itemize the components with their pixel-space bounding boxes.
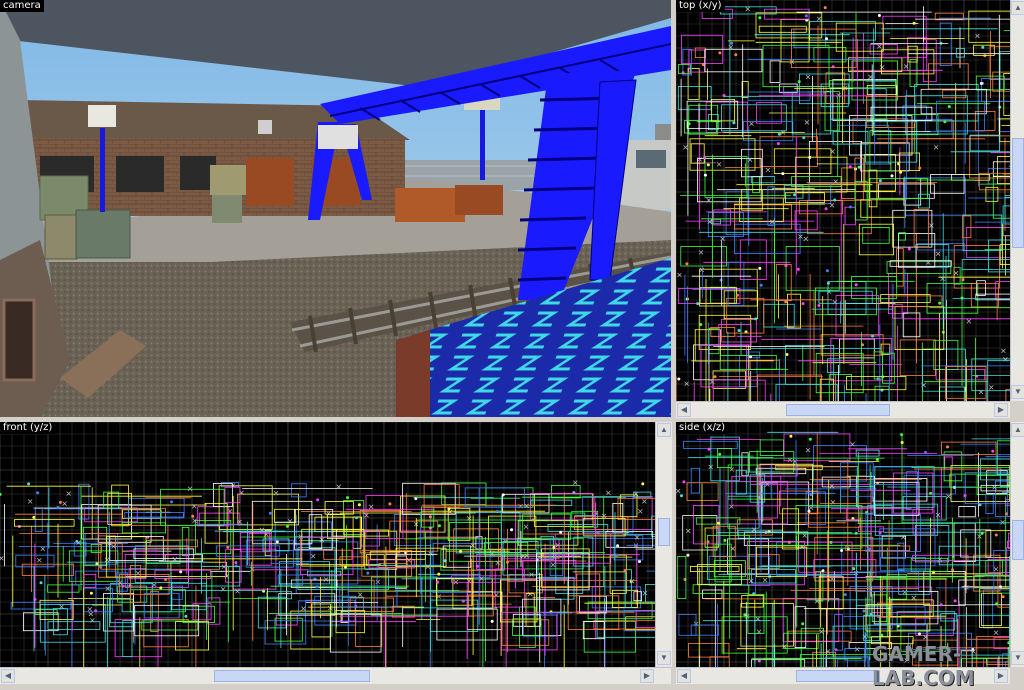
front-vertical-scrollbar[interactable]: ▲ ▼	[655, 422, 672, 667]
camera-3d-render	[0, 0, 671, 417]
front-viewport-label: front (y/z)	[0, 422, 56, 434]
camera-viewport[interactable]: camera	[0, 0, 671, 417]
front-vertical-scroll-thumb[interactable]	[658, 518, 670, 546]
front-horizontal-scrollbar[interactable]: ◀ ▶	[0, 667, 671, 684]
arrow-up-icon[interactable]: ▲	[1011, 1, 1024, 15]
front-horizontal-scroll-thumb[interactable]	[214, 670, 370, 682]
side-view-wireframe	[676, 422, 1010, 667]
top-viewport-label: top (x/y)	[676, 0, 725, 12]
side-vertical-scrollbar[interactable]: ▲ ▼	[1010, 422, 1024, 667]
top-horizontal-scroll-thumb[interactable]	[786, 404, 890, 416]
side-horizontal-scroll-thumb[interactable]	[796, 670, 880, 682]
top-viewport[interactable]: top (x/y)	[676, 0, 1010, 401]
top-vertical-scroll-thumb[interactable]	[1012, 138, 1024, 248]
arrow-left-icon[interactable]: ◀	[677, 669, 691, 683]
top-horizontal-scrollbar[interactable]: ◀ ▶	[676, 401, 1010, 418]
arrow-left-icon[interactable]: ◀	[1, 669, 15, 683]
arrow-down-icon[interactable]: ▼	[1011, 385, 1024, 399]
arrow-left-icon[interactable]: ◀	[677, 403, 691, 417]
side-viewport-label: side (x/z)	[676, 422, 729, 434]
side-vertical-scroll-thumb[interactable]	[1012, 520, 1024, 560]
top-view-wireframe	[676, 0, 1010, 401]
front-view-wireframe	[0, 422, 655, 667]
arrow-right-icon[interactable]: ▶	[640, 669, 654, 683]
arrow-down-icon[interactable]: ▼	[657, 651, 671, 665]
top-vertical-scrollbar[interactable]: ▲ ▼	[1010, 0, 1024, 401]
arrow-right-icon[interactable]: ▶	[994, 403, 1008, 417]
front-viewport[interactable]: front (y/z)	[0, 422, 655, 667]
side-viewport[interactable]: side (x/z)	[676, 422, 1010, 667]
camera-viewport-label: camera	[0, 0, 44, 12]
arrow-up-icon[interactable]: ▲	[657, 423, 671, 437]
arrow-up-icon[interactable]: ▲	[1011, 423, 1024, 437]
